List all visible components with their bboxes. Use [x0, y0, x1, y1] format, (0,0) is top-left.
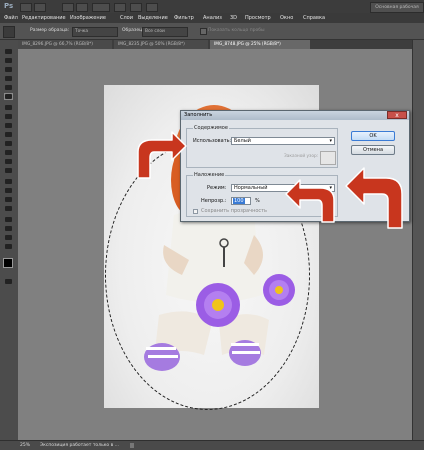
tab-label: IMG_8748.JPG @ 25% (RGB/8*)	[214, 42, 281, 47]
sample-label: Образец:	[122, 28, 144, 33]
path-selection-tool-icon[interactable]	[4, 196, 13, 203]
menu-select[interactable]: Выделение	[138, 14, 168, 22]
document-tab-bar: IMG_8296.JPG @ 66,7% (RGB/8*) IMG_8235.J…	[18, 40, 412, 49]
tab-label: IMG_8235.JPG @ 50% (RGB/8*)	[118, 42, 185, 47]
content-group: Содержимое Использовать: Белый ▾ Заказно…	[186, 125, 338, 168]
eyedropper-preset-icon[interactable]	[3, 26, 15, 38]
zoom-tool-icon[interactable]	[4, 243, 13, 250]
workspace-switcher[interactable]: Основная рабочая	[370, 2, 424, 13]
eraser-tool-icon[interactable]	[4, 140, 13, 147]
menu-3d[interactable]: 3D	[230, 14, 237, 22]
close-button[interactable]: x	[387, 111, 407, 119]
3d-orbit-tool-icon[interactable]	[4, 225, 13, 232]
clone-stamp-tool-icon[interactable]	[4, 122, 13, 129]
panel-collapse-strip[interactable]	[412, 40, 424, 440]
sample-size-value: Точка	[75, 29, 89, 34]
view-extras-icon[interactable]	[114, 3, 126, 12]
bridge-icon[interactable]	[20, 3, 32, 12]
menu-view[interactable]: Просмотр	[245, 14, 271, 22]
opacity-label: Непрозр.:	[201, 198, 227, 204]
hand-tool-icon[interactable]	[4, 234, 13, 241]
gradient-tool-icon[interactable]	[4, 149, 13, 156]
menu-bar: Файл Редактирование Изображение Слои Выд…	[0, 13, 424, 23]
quick-selection-tool-icon[interactable]	[4, 75, 13, 82]
red-arrow-icon	[137, 131, 187, 179]
eyedropper-tool-icon[interactable]	[4, 93, 13, 100]
tools-panel	[0, 40, 19, 440]
3d-rotate-tool-icon[interactable]	[4, 216, 13, 223]
tab-document-3[interactable]: IMG_8748.JPG @ 25% (RGB/8*)	[210, 40, 310, 49]
photoshop-logo: Ps	[4, 2, 14, 10]
app-title-bar: Ps Основная рабочая	[0, 0, 424, 13]
type-tool-icon[interactable]	[4, 187, 13, 194]
history-brush-tool-icon[interactable]	[4, 131, 13, 138]
red-arrow-icon	[345, 167, 403, 229]
hand-tool-icon[interactable]	[62, 3, 74, 12]
opacity-input[interactable]: 100	[231, 197, 251, 205]
blur-tool-icon[interactable]	[4, 158, 13, 165]
menu-layers[interactable]: Слои	[120, 14, 133, 22]
move-tool-icon[interactable]	[4, 48, 13, 55]
preserve-transparency-checkbox[interactable]	[193, 209, 198, 214]
preserve-transparency-label: Сохранить прозрачность	[201, 208, 268, 214]
mode-label: Режим:	[207, 185, 227, 191]
tab-label: IMG_8296.JPG @ 66,7% (RGB/8*)	[22, 42, 93, 47]
tool-options-bar: Размер образца: Точка Образец: Все слои …	[0, 23, 424, 40]
dialog-title: Заполнить	[181, 111, 409, 120]
zoom-tool-icon[interactable]	[76, 3, 88, 12]
custom-pattern-picker[interactable]	[320, 151, 336, 165]
zoom-level-select[interactable]	[92, 3, 110, 12]
status-menu-icon[interactable]	[130, 443, 134, 448]
custom-pattern-label: Заказной узор:	[284, 154, 319, 159]
chevron-down-icon: ▾	[329, 138, 332, 144]
menu-file[interactable]: Файл	[4, 14, 18, 22]
pen-tool-icon[interactable]	[4, 178, 13, 185]
ok-button[interactable]: OK	[351, 131, 395, 141]
menu-help[interactable]: Справка	[303, 14, 325, 22]
healing-brush-tool-icon[interactable]	[4, 104, 13, 111]
shape-tool-icon[interactable]	[4, 205, 13, 212]
show-ring-checkbox[interactable]	[200, 28, 207, 35]
use-select[interactable]: Белый ▾	[231, 137, 335, 145]
arrange-documents-icon[interactable]	[130, 3, 142, 12]
cancel-button[interactable]: Отмена	[351, 145, 395, 155]
menu-filter[interactable]: Фильтр	[174, 14, 194, 22]
menu-image[interactable]: Изображение	[70, 14, 106, 22]
dodge-tool-icon[interactable]	[4, 167, 13, 174]
opacity-value: 100	[233, 198, 245, 204]
quick-mask-icon[interactable]	[4, 278, 13, 285]
menu-analysis[interactable]: Анализ	[203, 14, 222, 22]
show-ring-label: Показать кольцо пробы	[208, 28, 265, 33]
sample-value: Все слои	[145, 29, 165, 34]
tab-document-1[interactable]: IMG_8296.JPG @ 66,7% (RGB/8*)	[18, 40, 112, 49]
screen-mode-icon[interactable]	[146, 3, 158, 12]
menu-edit[interactable]: Редактирование	[22, 14, 66, 22]
marquee-tool-icon[interactable]	[4, 57, 13, 64]
opacity-unit: %	[255, 198, 260, 204]
use-value: Белый	[234, 138, 251, 144]
foreground-color-swatch[interactable]	[3, 258, 13, 268]
crop-tool-icon[interactable]	[4, 84, 13, 91]
menu-window[interactable]: Окно	[280, 14, 293, 22]
lasso-tool-icon[interactable]	[4, 66, 13, 73]
mode-value: Нормальный	[234, 185, 268, 191]
tab-document-2[interactable]: IMG_8235.JPG @ 50% (RGB/8*)	[114, 40, 208, 49]
sample-size-select[interactable]: Точка	[72, 27, 118, 37]
minibridge-icon[interactable]	[34, 3, 46, 12]
sample-select[interactable]: Все слои	[142, 27, 188, 37]
brush-tool-icon[interactable]	[4, 113, 13, 120]
sample-size-label: Размер образца:	[30, 28, 70, 33]
